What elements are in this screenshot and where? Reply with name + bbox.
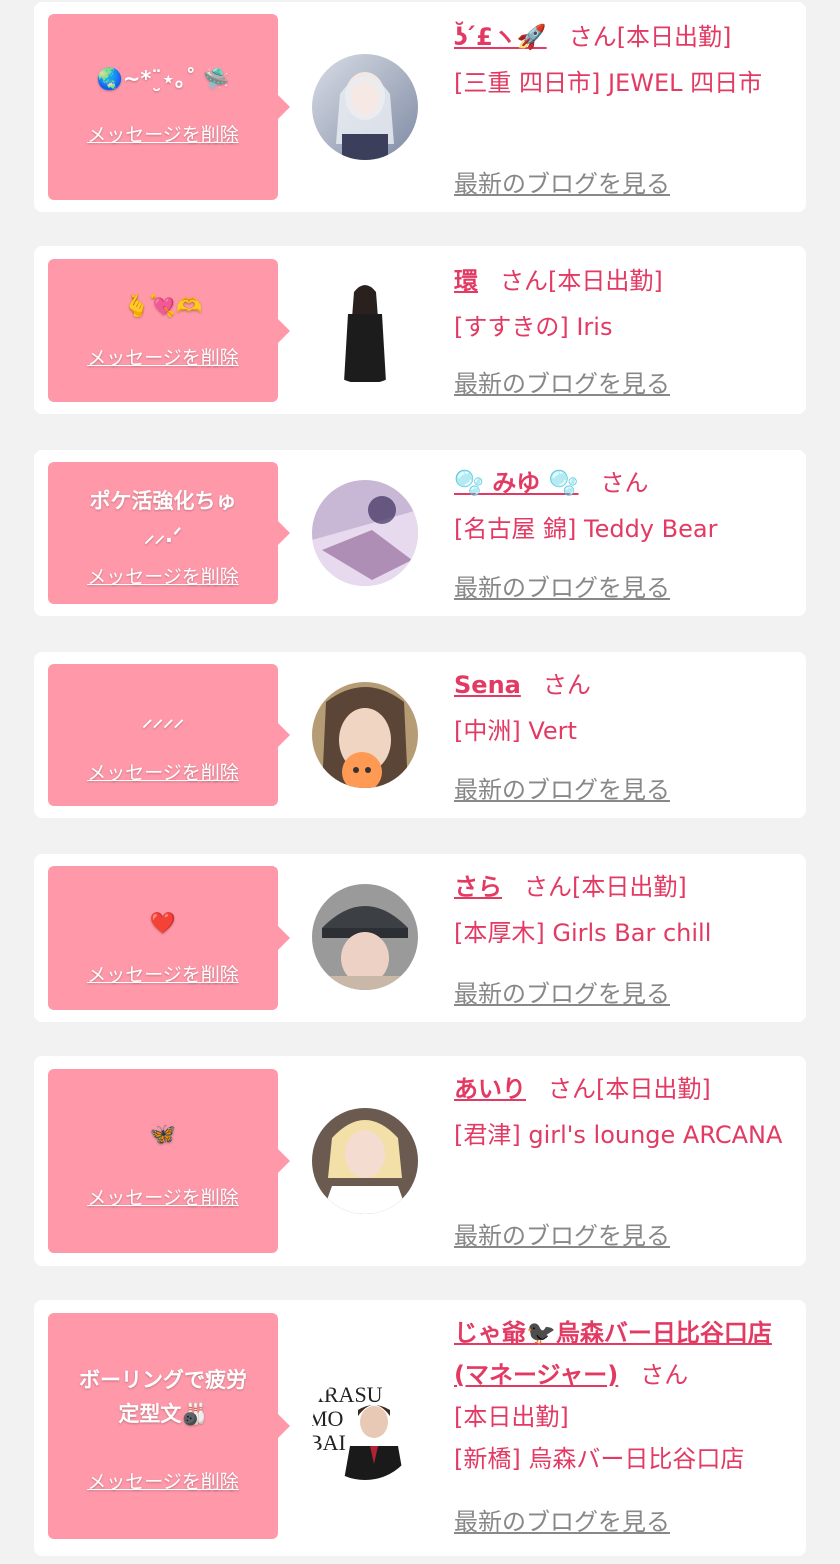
svg-text:MO: MO: [312, 1406, 343, 1431]
cast-name-link[interactable]: ʖ̆ ́£ヽ🚀: [454, 23, 547, 51]
message-text: 🫰💘🫶: [123, 294, 203, 318]
avatar[interactable]: [312, 682, 418, 788]
cast-info: Sena さん [中洲] Vert: [454, 662, 794, 754]
shop-name: [君津] girl's lounge ARCANA: [454, 1121, 783, 1149]
latest-blog-link[interactable]: 最新のブログを見る: [454, 1216, 670, 1251]
cast-info: あいり さん[本日出勤] [君津] girl's lounge ARCANA: [454, 1066, 794, 1158]
honorific: さん: [542, 671, 591, 699]
latest-blog-link[interactable]: 最新のブログを見る: [454, 974, 670, 1009]
cast-name-link[interactable]: 環: [454, 267, 478, 295]
message-bubble: ⸝⸝⸝⸝ メッセージを削除: [48, 664, 278, 806]
avatar[interactable]: [312, 278, 418, 384]
svg-text:BAI: BAI: [312, 1430, 346, 1455]
message-text: 🦋: [149, 1122, 177, 1146]
attendance-status: [本日出勤]: [596, 1075, 711, 1103]
honorific: さん: [500, 267, 548, 295]
friend-card: ⸝⸝⸝⸝ メッセージを削除 Sena さん [中洲] Vert 最新のブログを見る: [34, 652, 806, 818]
message-text: ポケ活強化ちゅ ⸝⸝.ᐟ: [89, 489, 237, 547]
shop-name: [名古屋 錦] Teddy Bear: [454, 515, 718, 543]
message-text: 🌏~*¨̮⋆｡˚ 🛸: [96, 67, 230, 91]
cast-info: さら さん[本日出勤] [本厚木] Girls Bar chill: [454, 864, 794, 956]
delete-message-link[interactable]: メッセージを削除: [48, 960, 278, 987]
attendance-status: [本日出勤]: [454, 1403, 569, 1431]
cast-name-link[interactable]: Sena: [454, 671, 521, 699]
latest-blog-link[interactable]: 最新のブログを見る: [454, 568, 670, 603]
honorific: さん: [640, 1361, 689, 1389]
honorific: さん: [548, 1075, 596, 1103]
message-bubble: 🫰💘🫶 メッセージを削除: [48, 259, 278, 402]
friend-card: 🌏~*¨̮⋆｡˚ 🛸 メッセージを削除 ʖ̆ ́£ヽ🚀 さん[本日出勤] [三重 …: [34, 2, 806, 212]
friend-card: ボーリングで疲労 定型文🎳 メッセージを削除 ARASU MO BAI じゃ爺🐦…: [34, 1300, 806, 1556]
avatar[interactable]: [312, 1108, 418, 1214]
attendance-status: [本日出勤]: [616, 23, 732, 51]
shop-name: [本厚木] Girls Bar chill: [454, 919, 712, 947]
cast-name-link[interactable]: さら: [454, 873, 502, 901]
latest-blog-link[interactable]: 最新のブログを見る: [454, 364, 670, 399]
cast-info: ʖ̆ ́£ヽ🚀 さん[本日出勤] [三重 四日市] JEWEL 四日市: [454, 14, 794, 106]
message-text: ⸝⸝⸝⸝: [142, 707, 184, 731]
avatar[interactable]: ARASU MO BAI: [312, 1374, 418, 1480]
cast-name-link[interactable]: あいり: [454, 1075, 526, 1103]
message-text: ❤️: [149, 911, 177, 935]
delete-message-link[interactable]: メッセージを削除: [48, 120, 278, 147]
friend-card: 🫰💘🫶 メッセージを削除 環さん[本日出勤] [すすきの] Iris 最新のブロ…: [34, 246, 806, 414]
avatar[interactable]: [312, 54, 418, 160]
svg-text:ARASU: ARASU: [312, 1382, 383, 1407]
delete-message-link[interactable]: メッセージを削除: [48, 562, 278, 589]
delete-message-link[interactable]: メッセージを削除: [48, 758, 278, 785]
delete-message-link[interactable]: メッセージを削除: [48, 1467, 278, 1494]
honorific: さん: [600, 469, 649, 497]
honorific: さん: [568, 23, 617, 51]
shop-name: [すすきの] Iris: [454, 313, 613, 341]
cast-name-link[interactable]: じゃ爺🐦‍⬛烏森バー日比谷口店(マネージャー): [454, 1319, 772, 1389]
shop-name: [中洲] Vert: [454, 717, 577, 745]
avatar[interactable]: [312, 480, 418, 586]
attendance-status: [本日出勤]: [548, 267, 663, 295]
message-bubble: ボーリングで疲労 定型文🎳 メッセージを削除: [48, 1313, 278, 1539]
shop-name: [新橋] 烏森バー日比谷口店: [454, 1445, 745, 1473]
cast-info: じゃ爺🐦‍⬛烏森バー日比谷口店(マネージャー) さん [本日出勤] [新橋] 烏森…: [454, 1312, 794, 1480]
honorific: さん: [524, 873, 572, 901]
cast-name-link[interactable]: 🫧 みゆ 🫧: [454, 469, 578, 497]
shop-name: [三重 四日市] JEWEL 四日市: [454, 69, 763, 97]
avatar[interactable]: [312, 884, 418, 990]
friend-card: ❤️ メッセージを削除 さら さん[本日出勤] [本厚木] Girls Bar c…: [34, 854, 806, 1022]
latest-blog-link[interactable]: 最新のブログを見る: [454, 1502, 670, 1537]
cast-info: 🫧 みゆ 🫧 さん [名古屋 錦] Teddy Bear: [454, 460, 794, 552]
cast-info: 環さん[本日出勤] [すすきの] Iris: [454, 258, 794, 350]
message-bubble: ポケ活強化ちゅ ⸝⸝.ᐟ メッセージを削除: [48, 462, 278, 604]
delete-message-link[interactable]: メッセージを削除: [48, 1183, 278, 1210]
message-bubble: 🦋 メッセージを削除: [48, 1069, 278, 1253]
message-bubble: ❤️ メッセージを削除: [48, 866, 278, 1010]
latest-blog-link[interactable]: 最新のブログを見る: [454, 770, 670, 805]
message-bubble: 🌏~*¨̮⋆｡˚ 🛸 メッセージを削除: [48, 14, 278, 200]
latest-blog-link[interactable]: 最新のブログを見る: [454, 164, 670, 199]
friend-card: ポケ活強化ちゅ ⸝⸝.ᐟ メッセージを削除 🫧 みゆ 🫧 さん [名古屋 錦] T…: [34, 450, 806, 616]
delete-message-link[interactable]: メッセージを削除: [48, 343, 278, 370]
attendance-status: [本日出勤]: [572, 873, 687, 901]
message-text: ボーリングで疲労 定型文🎳: [79, 1368, 247, 1426]
friend-card: 🦋 メッセージを削除 あいり さん[本日出勤] [君津] girl's loung…: [34, 1056, 806, 1266]
